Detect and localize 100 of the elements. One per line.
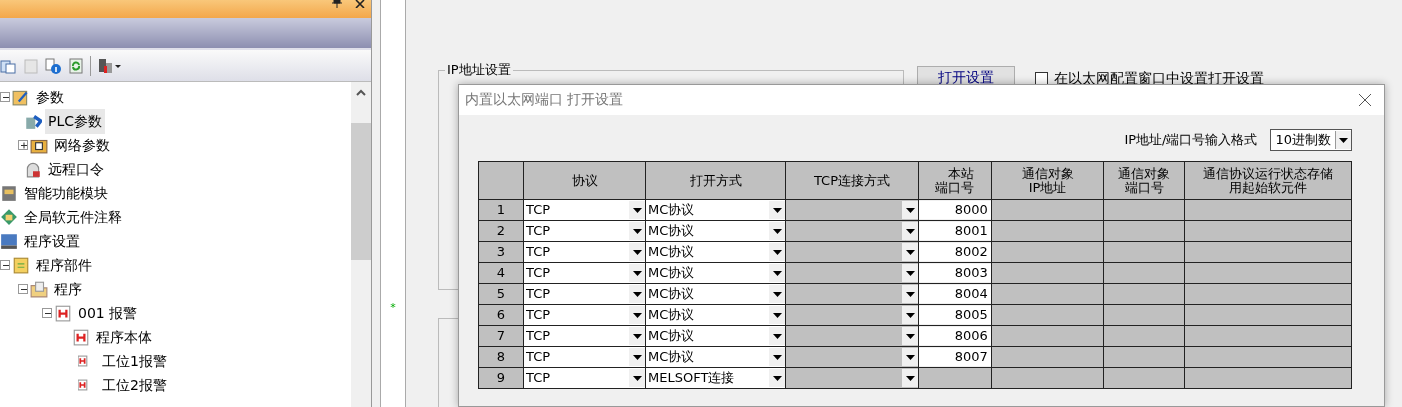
dropdown-cell[interactable]: TCP — [524, 368, 645, 388]
dropdown-arrow-icon — [772, 228, 782, 234]
dropdown-cell[interactable]: MC协议 — [646, 263, 785, 283]
tree-item[interactable]: 参数 — [33, 84, 67, 110]
format-label: IP地址/端口号输入格式 — [1124, 131, 1258, 150]
dropdown-cell[interactable]: MC协议 — [646, 326, 785, 346]
tree-node-icon — [0, 232, 18, 251]
expander-icon[interactable] — [42, 308, 52, 319]
dropdown-cell[interactable]: TCP — [524, 200, 645, 220]
column-header: 通信对象IP地址 — [1020, 166, 1075, 195]
dropdown-cell[interactable]: MC协议 — [646, 221, 785, 241]
close-icon[interactable] — [354, 0, 365, 8]
format-dropdown[interactable]: 10进制数 — [1270, 129, 1352, 151]
row-number: 6 — [478, 304, 524, 326]
tree-item[interactable]: 001 报警 — [75, 300, 141, 326]
tree-item[interactable]: 远程口令 — [45, 156, 107, 182]
row-number: 2 — [478, 220, 524, 242]
tree-node-icon — [24, 112, 42, 131]
refresh-icon[interactable] — [67, 57, 84, 74]
dropdown-arrow-icon — [772, 354, 782, 360]
dropdown-arrow-icon — [905, 207, 915, 213]
dropdown-arrow-icon — [772, 312, 782, 318]
dropdown-arrow-icon — [1339, 137, 1348, 143]
column-header: 通信协议运行状态存储用起始软元件 — [1202, 166, 1334, 195]
dropdown-cell[interactable]: TCP — [524, 263, 645, 283]
tree-item[interactable]: 程序 — [51, 276, 85, 302]
dropdown-arrow-icon — [772, 291, 782, 297]
pin-icon[interactable] — [331, 0, 342, 8]
row-number: 4 — [478, 262, 524, 284]
row-number: 8 — [478, 346, 524, 368]
tree-item[interactable]: 工位2报警 — [99, 372, 170, 398]
row-number: 9 — [478, 367, 524, 389]
dropdown-arrow-icon — [632, 312, 642, 318]
dropdown-arrow-icon — [905, 249, 915, 255]
tree-item[interactable]: PLC参数 — [45, 108, 106, 134]
tree-item[interactable]: 智能功能模块 — [21, 180, 111, 206]
dropdown-arrow-icon — [772, 249, 782, 255]
row-number: 3 — [478, 241, 524, 263]
port-field[interactable]: 8003 — [919, 264, 991, 282]
tree-item[interactable]: 程序设置 — [21, 228, 83, 254]
column-header: 打开方式 — [689, 173, 742, 188]
port-field[interactable]: 8004 — [919, 285, 991, 303]
expander-icon[interactable] — [0, 260, 10, 271]
info-icon[interactable] — [45, 57, 61, 74]
dropdown-arrow-icon — [905, 375, 915, 381]
scrollbar-thumb[interactable] — [351, 123, 371, 260]
dropdown-arrow-icon — [905, 270, 915, 276]
dropdown-arrow-icon — [905, 312, 915, 318]
port-field[interactable]: 8005 — [919, 306, 991, 324]
dropdown-cell[interactable]: TCP — [524, 347, 645, 367]
tree-node-icon — [24, 160, 42, 179]
tree-node-icon — [0, 184, 18, 203]
dropdown-arrow-icon — [905, 354, 915, 360]
expander-icon[interactable] — [18, 284, 28, 295]
dropdown-cell[interactable]: MC协议 — [646, 200, 785, 220]
dropdown-cell[interactable]: TCP — [524, 326, 645, 346]
port-field[interactable]: 8001 — [919, 222, 991, 240]
modified-mark: * — [390, 300, 396, 316]
tree-node-icon — [72, 328, 90, 347]
dropdown-cell[interactable]: MC协议 — [646, 305, 785, 325]
expander-icon[interactable] — [18, 140, 28, 151]
column-header: 协议 — [571, 173, 598, 188]
tree-node-icon — [78, 379, 88, 392]
expander-icon[interactable] — [0, 92, 10, 103]
column-header: 通信对象端口号 — [1117, 166, 1171, 195]
dropdown-cell[interactable]: TCP — [524, 305, 645, 325]
tree-item[interactable]: 全局软元件注释 — [21, 204, 125, 230]
tree-node-icon — [30, 280, 48, 299]
dropdown-cell[interactable]: MC协议 — [646, 284, 785, 304]
dropdown-arrow-icon — [772, 333, 782, 339]
port-field[interactable]: 8006 — [919, 327, 991, 345]
dropdown-cell[interactable]: MELSOFT连接 — [646, 368, 785, 388]
dropdown-arrow-icon — [632, 270, 642, 276]
dropdown-cell[interactable]: TCP — [524, 221, 645, 241]
dropdown-arrow-icon — [905, 333, 915, 339]
tree-item[interactable]: 网络参数 — [51, 132, 113, 158]
port-field[interactable]: 8007 — [919, 348, 991, 366]
dropdown-arrow-icon — [632, 249, 642, 255]
dropdown-arrow-icon — [632, 333, 642, 339]
tree-node-icon — [54, 304, 72, 323]
dropdown-arrow-icon — [632, 228, 642, 234]
dropdown-cell[interactable]: MC协议 — [646, 347, 785, 367]
dropdown-cell[interactable]: TCP — [524, 242, 645, 262]
dialog-title: 内置以太网端口 打开设置 — [465, 90, 624, 109]
scrollbar[interactable] — [351, 82, 371, 407]
copy-icon[interactable] — [0, 57, 16, 74]
close-icon[interactable] — [1358, 93, 1372, 107]
dropdown-arrow-icon — [772, 375, 782, 381]
port-field[interactable]: 8002 — [919, 243, 991, 261]
tree-item[interactable]: 程序本体 — [93, 324, 155, 350]
dropdown-cell[interactable]: TCP — [524, 284, 645, 304]
column-header: 本站端口号 — [934, 166, 976, 195]
tree-item[interactable]: 工位1报警 — [99, 348, 170, 374]
tree-item[interactable]: 程序部件 — [33, 252, 95, 278]
port-field[interactable]: 8000 — [919, 201, 991, 219]
device-icon[interactable] — [97, 57, 122, 74]
row-number: 5 — [478, 283, 524, 305]
dropdown-cell[interactable]: MC协议 — [646, 242, 785, 262]
dropdown-arrow-icon — [632, 291, 642, 297]
dropdown-arrow-icon — [632, 354, 642, 360]
